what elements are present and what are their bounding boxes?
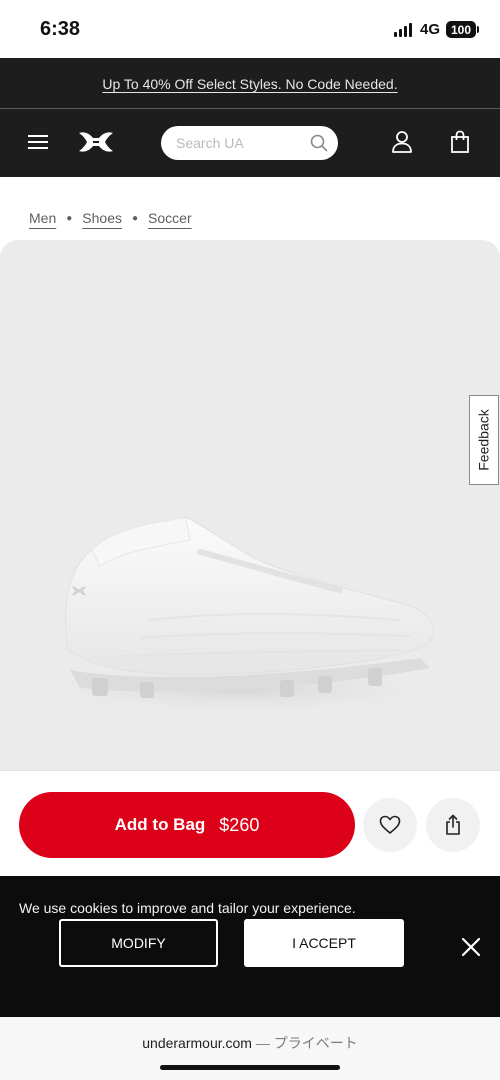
share-button[interactable] (426, 798, 480, 852)
network-type: 4G (420, 21, 441, 38)
soccer-cleat-image (20, 517, 460, 716)
url-domain: underarmour.com (142, 1035, 252, 1051)
cookie-accept-button[interactable]: I ACCEPT (244, 919, 404, 967)
action-bar: Add to Bag $260 (0, 770, 500, 876)
share-icon (446, 814, 460, 835)
signal-icon (394, 23, 412, 37)
bag-icon[interactable] (450, 130, 470, 154)
breadcrumb-men[interactable]: Men (29, 210, 56, 226)
cookie-banner: We use cookies to improve and tailor you… (0, 876, 500, 1017)
feedback-tab[interactable]: Feedback (469, 395, 499, 485)
price: $260 (219, 814, 260, 835)
url-display[interactable]: underarmour.com — プライベート (0, 1033, 500, 1053)
breadcrumb-separator: ● (131, 212, 139, 224)
page: 6:38 4G 100 Up To 40% Off Select Styles.… (0, 0, 500, 1080)
cookie-message: We use cookies to improve and tailor you… (19, 900, 356, 916)
battery-tip (477, 26, 479, 33)
status-time: 6:38 (40, 18, 81, 40)
search-input[interactable] (176, 135, 306, 151)
close-icon[interactable] (460, 936, 482, 958)
home-indicator (160, 1065, 340, 1070)
heart-icon (379, 815, 401, 834)
battery-icon: 100 (446, 21, 476, 38)
site-header (0, 109, 500, 177)
battery-level: 100 (450, 22, 472, 37)
feedback-label: Feedback (476, 409, 493, 471)
menu-icon[interactable] (28, 133, 48, 151)
account-icon[interactable] (391, 130, 413, 154)
promo-link[interactable]: Up To 40% Off Select Styles. No Code Nee… (102, 76, 397, 92)
add-to-bag-button[interactable]: Add to Bag $260 (19, 792, 355, 858)
wishlist-button[interactable] (363, 798, 417, 852)
promo-banner: Up To 40% Off Select Styles. No Code Nee… (0, 58, 500, 109)
private-mode-label: — プライベート (251, 1035, 358, 1051)
browser-address-bar: underarmour.com — プライベート (0, 1017, 500, 1080)
breadcrumb-separator: ● (66, 212, 73, 224)
add-to-bag-label: Add to Bag (114, 815, 206, 834)
search-box (161, 126, 338, 160)
product-image[interactable] (0, 240, 500, 770)
cookie-modify-button[interactable]: MODIFY (59, 919, 218, 967)
breadcrumb-soccer[interactable]: Soccer (148, 210, 192, 226)
under-armour-logo[interactable] (76, 129, 116, 155)
status-bar: 6:38 4G 100 (0, 0, 500, 58)
breadcrumb-shoes[interactable]: Shoes (82, 210, 122, 226)
search-icon[interactable] (310, 134, 328, 152)
breadcrumb: Men ● Shoes ● Soccer (29, 210, 192, 226)
